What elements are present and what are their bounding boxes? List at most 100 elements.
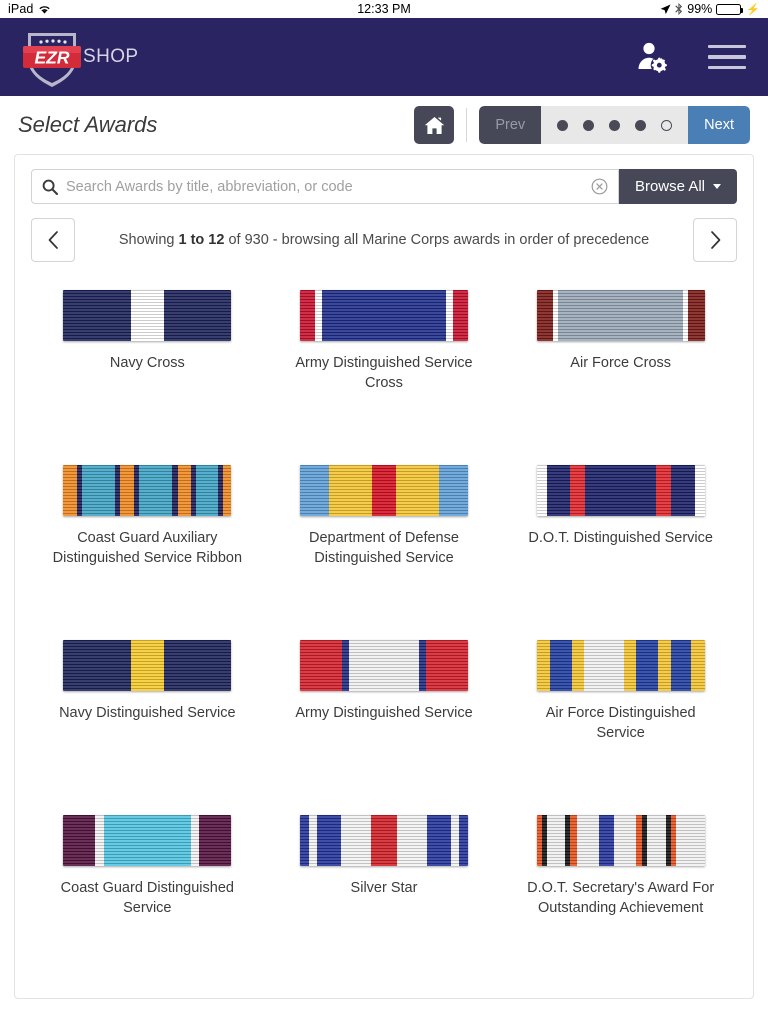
ribbon-stripe bbox=[341, 640, 349, 691]
home-button[interactable] bbox=[414, 106, 455, 144]
ribbon-stripe bbox=[585, 465, 656, 516]
ribbon-stripe bbox=[120, 465, 134, 516]
ribbon-stripe bbox=[397, 815, 427, 866]
status-bar-time: 12:33 PM bbox=[357, 2, 411, 16]
ribbon-stripe bbox=[164, 640, 232, 691]
award-label: Department of Defense Distinguished Serv… bbox=[309, 530, 459, 567]
award-item[interactable]: D.O.T. Distinguished Service bbox=[502, 459, 739, 634]
clear-circle-x-icon[interactable] bbox=[591, 178, 608, 195]
step-dot-2[interactable] bbox=[583, 119, 595, 131]
search-box[interactable] bbox=[31, 169, 619, 204]
app-logo[interactable]: EZR SHOP bbox=[22, 26, 138, 88]
ribbon-stripe bbox=[63, 815, 96, 866]
ribbon-stripe bbox=[558, 290, 683, 341]
chevron-left-icon bbox=[47, 230, 60, 250]
award-ribbon-image bbox=[536, 465, 705, 516]
award-ribbon-image bbox=[536, 640, 705, 691]
browse-all-dropdown[interactable]: Browse All bbox=[618, 169, 737, 204]
award-label: Navy Distinguished Service bbox=[59, 705, 236, 721]
ribbon-stripe bbox=[195, 465, 218, 516]
ribbon-stripe bbox=[536, 465, 547, 516]
search-input[interactable] bbox=[66, 178, 591, 195]
ribbon-stripe bbox=[130, 640, 165, 691]
ribbon-stripe bbox=[348, 640, 420, 691]
step-dot-3[interactable] bbox=[609, 119, 621, 131]
award-item[interactable]: Coast Guard Distinguished Service bbox=[29, 809, 266, 984]
page-next-button[interactable] bbox=[693, 218, 737, 262]
battery-icon bbox=[716, 3, 744, 15]
ribbon-stripe bbox=[655, 465, 672, 516]
step-dot-4[interactable] bbox=[635, 119, 647, 131]
status-bar-right: 99% ⚡ bbox=[660, 2, 760, 16]
home-icon bbox=[424, 116, 445, 135]
award-ribbon-image bbox=[299, 465, 468, 516]
award-item[interactable]: Air Force Cross bbox=[502, 284, 739, 459]
ribbon-stripe bbox=[635, 815, 643, 866]
award-label: Air Force Cross bbox=[570, 355, 672, 371]
step-dot-5[interactable] bbox=[661, 119, 673, 131]
award-label: Coast Guard Auxiliary Distinguished Serv… bbox=[52, 530, 243, 567]
ribbon-stripe bbox=[691, 640, 705, 691]
ribbon-stripe bbox=[222, 465, 232, 516]
ribbon-stripe bbox=[647, 815, 666, 866]
ribbon-stripe bbox=[395, 465, 440, 516]
award-item[interactable]: Coast Guard Auxiliary Distinguished Serv… bbox=[29, 459, 266, 634]
ribbon-stripe bbox=[81, 465, 116, 516]
showing-range: 1 to 12 bbox=[178, 232, 225, 248]
award-item[interactable]: Navy Distinguished Service bbox=[29, 634, 266, 809]
award-item[interactable]: Navy Cross bbox=[29, 284, 266, 459]
award-item[interactable]: Army Distinguished Service bbox=[266, 634, 503, 809]
ribbon-stripe bbox=[570, 815, 577, 866]
step-pager: Prev Next bbox=[479, 106, 750, 144]
ribbon-stripe bbox=[299, 290, 316, 341]
award-item[interactable]: D.O.T. Secretary's Award For Outstanding… bbox=[502, 809, 739, 984]
ribbon-stripe bbox=[199, 815, 232, 866]
ribbon-stripe bbox=[623, 640, 636, 691]
ribbon-stripe bbox=[598, 815, 614, 866]
ios-status-bar: iPad 12:33 PM 99% ⚡ bbox=[0, 0, 768, 18]
search-row: Browse All bbox=[15, 155, 753, 204]
next-button[interactable]: Next bbox=[688, 106, 750, 144]
award-ribbon-image bbox=[63, 815, 232, 866]
award-item[interactable]: Army Distinguished Service Cross bbox=[266, 284, 503, 459]
app-logo-text: SHOP bbox=[83, 46, 139, 67]
paging-row: Showing 1 to 12 of 930 - browsing all Ma… bbox=[15, 204, 753, 268]
ribbon-stripe bbox=[451, 815, 459, 866]
ribbon-stripe bbox=[613, 815, 636, 866]
award-ribbon-image bbox=[536, 290, 705, 341]
ribbon-stripe bbox=[657, 640, 671, 691]
award-item[interactable]: Department of Defense Distinguished Serv… bbox=[266, 459, 503, 634]
award-ribbon-image bbox=[299, 815, 468, 866]
award-label: D.O.T. Distinguished Service bbox=[528, 530, 713, 546]
ribbon-stripe bbox=[299, 465, 329, 516]
svg-text:EZR: EZR bbox=[35, 48, 70, 68]
award-item[interactable]: Silver Star bbox=[266, 809, 503, 984]
ribbon-stripe bbox=[635, 640, 658, 691]
wizard-navigation: Prev Next bbox=[414, 106, 750, 144]
awards-grid: Navy Cross Army Distinguished Service Cro… bbox=[15, 268, 753, 984]
award-label: Army Distinguished Service bbox=[295, 705, 473, 721]
ribbon-stripe bbox=[570, 465, 586, 516]
award-ribbon-image bbox=[63, 640, 232, 691]
ribbon-stripe bbox=[425, 640, 468, 691]
ribbon-stripe bbox=[439, 465, 468, 516]
user-settings-icon[interactable] bbox=[634, 40, 668, 74]
award-ribbon-image bbox=[63, 290, 232, 341]
prev-button[interactable]: Prev bbox=[479, 106, 542, 144]
hamburger-menu-icon[interactable] bbox=[708, 44, 746, 70]
step-dot-1[interactable] bbox=[557, 119, 569, 131]
ribbon-stripe bbox=[370, 815, 398, 866]
bluetooth-icon bbox=[675, 3, 683, 15]
page-prev-button[interactable] bbox=[31, 218, 75, 262]
award-item[interactable]: Air Force Distinguished Service bbox=[502, 634, 739, 809]
ribbon-stripe bbox=[316, 815, 342, 866]
ribbon-stripe bbox=[372, 465, 396, 516]
award-label: D.O.T. Secretary's Award For Outstanding… bbox=[527, 880, 715, 917]
ribbon-stripe bbox=[576, 815, 599, 866]
nav-divider bbox=[466, 108, 468, 142]
app-header: EZR SHOP bbox=[0, 18, 768, 96]
ribbon-stripe bbox=[426, 815, 452, 866]
header-actions bbox=[634, 40, 746, 74]
step-dots bbox=[541, 119, 688, 131]
ribbon-stripe bbox=[164, 290, 232, 341]
